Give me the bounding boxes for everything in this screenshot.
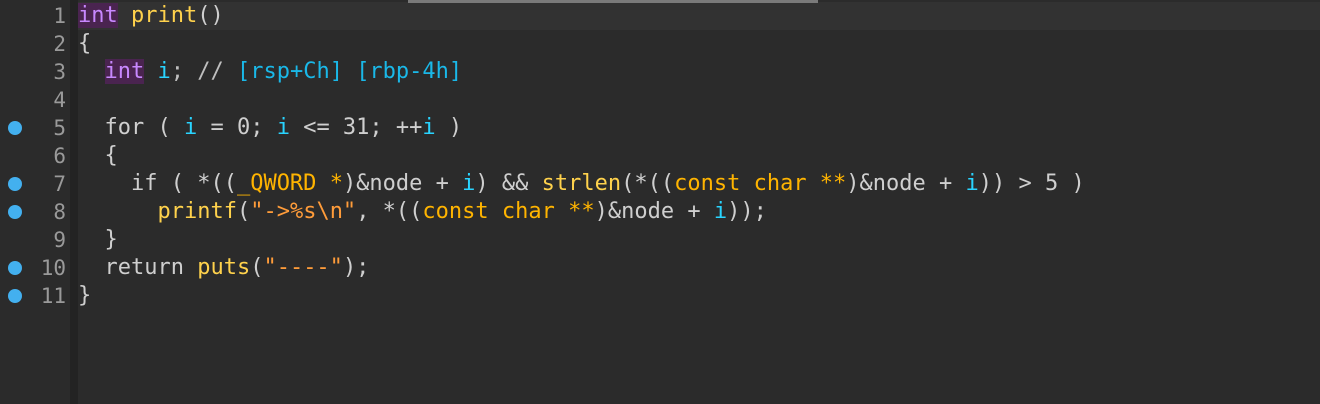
code-line[interactable]: return puts("----"); (78, 254, 369, 282)
code-token: ( (236, 199, 251, 224)
code-line[interactable]: } (78, 282, 91, 310)
code-token: "->%s\n" (250, 199, 357, 224)
line-number[interactable]: 6 (0, 142, 66, 170)
breakpoint-marker[interactable] (8, 121, 22, 135)
code-area[interactable]: int print(){ int i; // [rsp+Ch] [rbp-4h]… (78, 0, 1320, 404)
code-token: } (78, 283, 92, 308)
code-token: i (422, 115, 436, 140)
code-token: int (78, 3, 118, 28)
code-token: if ( *(( (78, 171, 237, 196)
code-line[interactable]: for ( i = 0; i <= 31; ++i ) (78, 114, 462, 142)
code-line[interactable]: int print() (78, 2, 224, 30)
code-token: const char ** (674, 171, 847, 196)
code-token: i (965, 171, 979, 196)
code-token: i (713, 199, 728, 224)
code-token: _QWORD (236, 171, 317, 196)
code-token: () (197, 3, 224, 28)
code-token: "----" (263, 255, 343, 280)
line-number-gutter[interactable]: 1 2 3 4 5 6 7 8 9 10 11 (0, 0, 70, 404)
code-line[interactable]: int i; // [rsp+Ch] [rbp-4h] (78, 58, 462, 86)
code-token: )); (727, 199, 767, 224)
code-token: } (78, 227, 118, 252)
code-token: [rsp+Ch] [rbp-4h] (236, 59, 463, 84)
code-token: (*(( (621, 171, 675, 196)
code-token: { (78, 143, 118, 168)
code-token: i (462, 171, 476, 196)
code-token: printf (157, 199, 237, 224)
code-token: { (78, 31, 92, 56)
line-number[interactable]: 2 (0, 30, 66, 58)
code-token: ( (250, 255, 264, 280)
code-token: for ( (78, 115, 184, 140)
current-line-highlight (78, 2, 1320, 30)
breakpoint-marker[interactable] (8, 289, 22, 303)
code-token: print (131, 3, 198, 28)
code-token: )&node + (594, 199, 714, 224)
code-line[interactable]: printf("->%s\n", *((const char **)&node … (78, 198, 767, 226)
code-token: puts (197, 255, 251, 280)
line-number[interactable]: 3 (0, 58, 66, 86)
gutter-divider (70, 0, 78, 404)
code-token: )&node + (342, 171, 463, 196)
code-token: ) && (475, 171, 542, 196)
code-token: , *(( (356, 199, 423, 224)
code-token: int (104, 59, 145, 84)
code-token: ; // (170, 59, 237, 84)
code-token: i (276, 115, 290, 140)
code-token: ) (435, 115, 463, 140)
code-token: strlen (541, 171, 622, 196)
code-token: i (157, 59, 171, 84)
line-number[interactable]: 4 (0, 86, 66, 114)
code-token: ); (342, 255, 370, 280)
code-token: return (78, 255, 198, 280)
horizontal-scroll-indicator[interactable] (408, 0, 818, 3)
code-line[interactable]: { (78, 142, 118, 170)
code-token: )) > 5 ) (978, 171, 1085, 196)
code-line[interactable]: { (78, 30, 91, 58)
code-line[interactable]: } (78, 226, 118, 254)
code-token: )&node + (846, 171, 966, 196)
code-token: const char ** (422, 199, 595, 224)
breakpoint-marker[interactable] (8, 261, 22, 275)
line-number[interactable]: 1 (0, 2, 66, 30)
code-token: i (183, 115, 198, 140)
breakpoint-marker[interactable] (8, 177, 22, 191)
code-token: = 0; (197, 115, 277, 140)
code-editor[interactable]: 1 2 3 4 5 6 7 8 9 10 11 int print(){ int i; // [rs… (0, 0, 1320, 404)
line-number[interactable]: 9 (0, 226, 66, 254)
code-token: * (329, 171, 343, 196)
breakpoint-marker[interactable] (8, 205, 22, 219)
code-line[interactable]: if ( *((_QWORD *)&node + i) && strlen(*(… (78, 170, 1085, 198)
code-token: <= 31; ++ (289, 115, 423, 140)
